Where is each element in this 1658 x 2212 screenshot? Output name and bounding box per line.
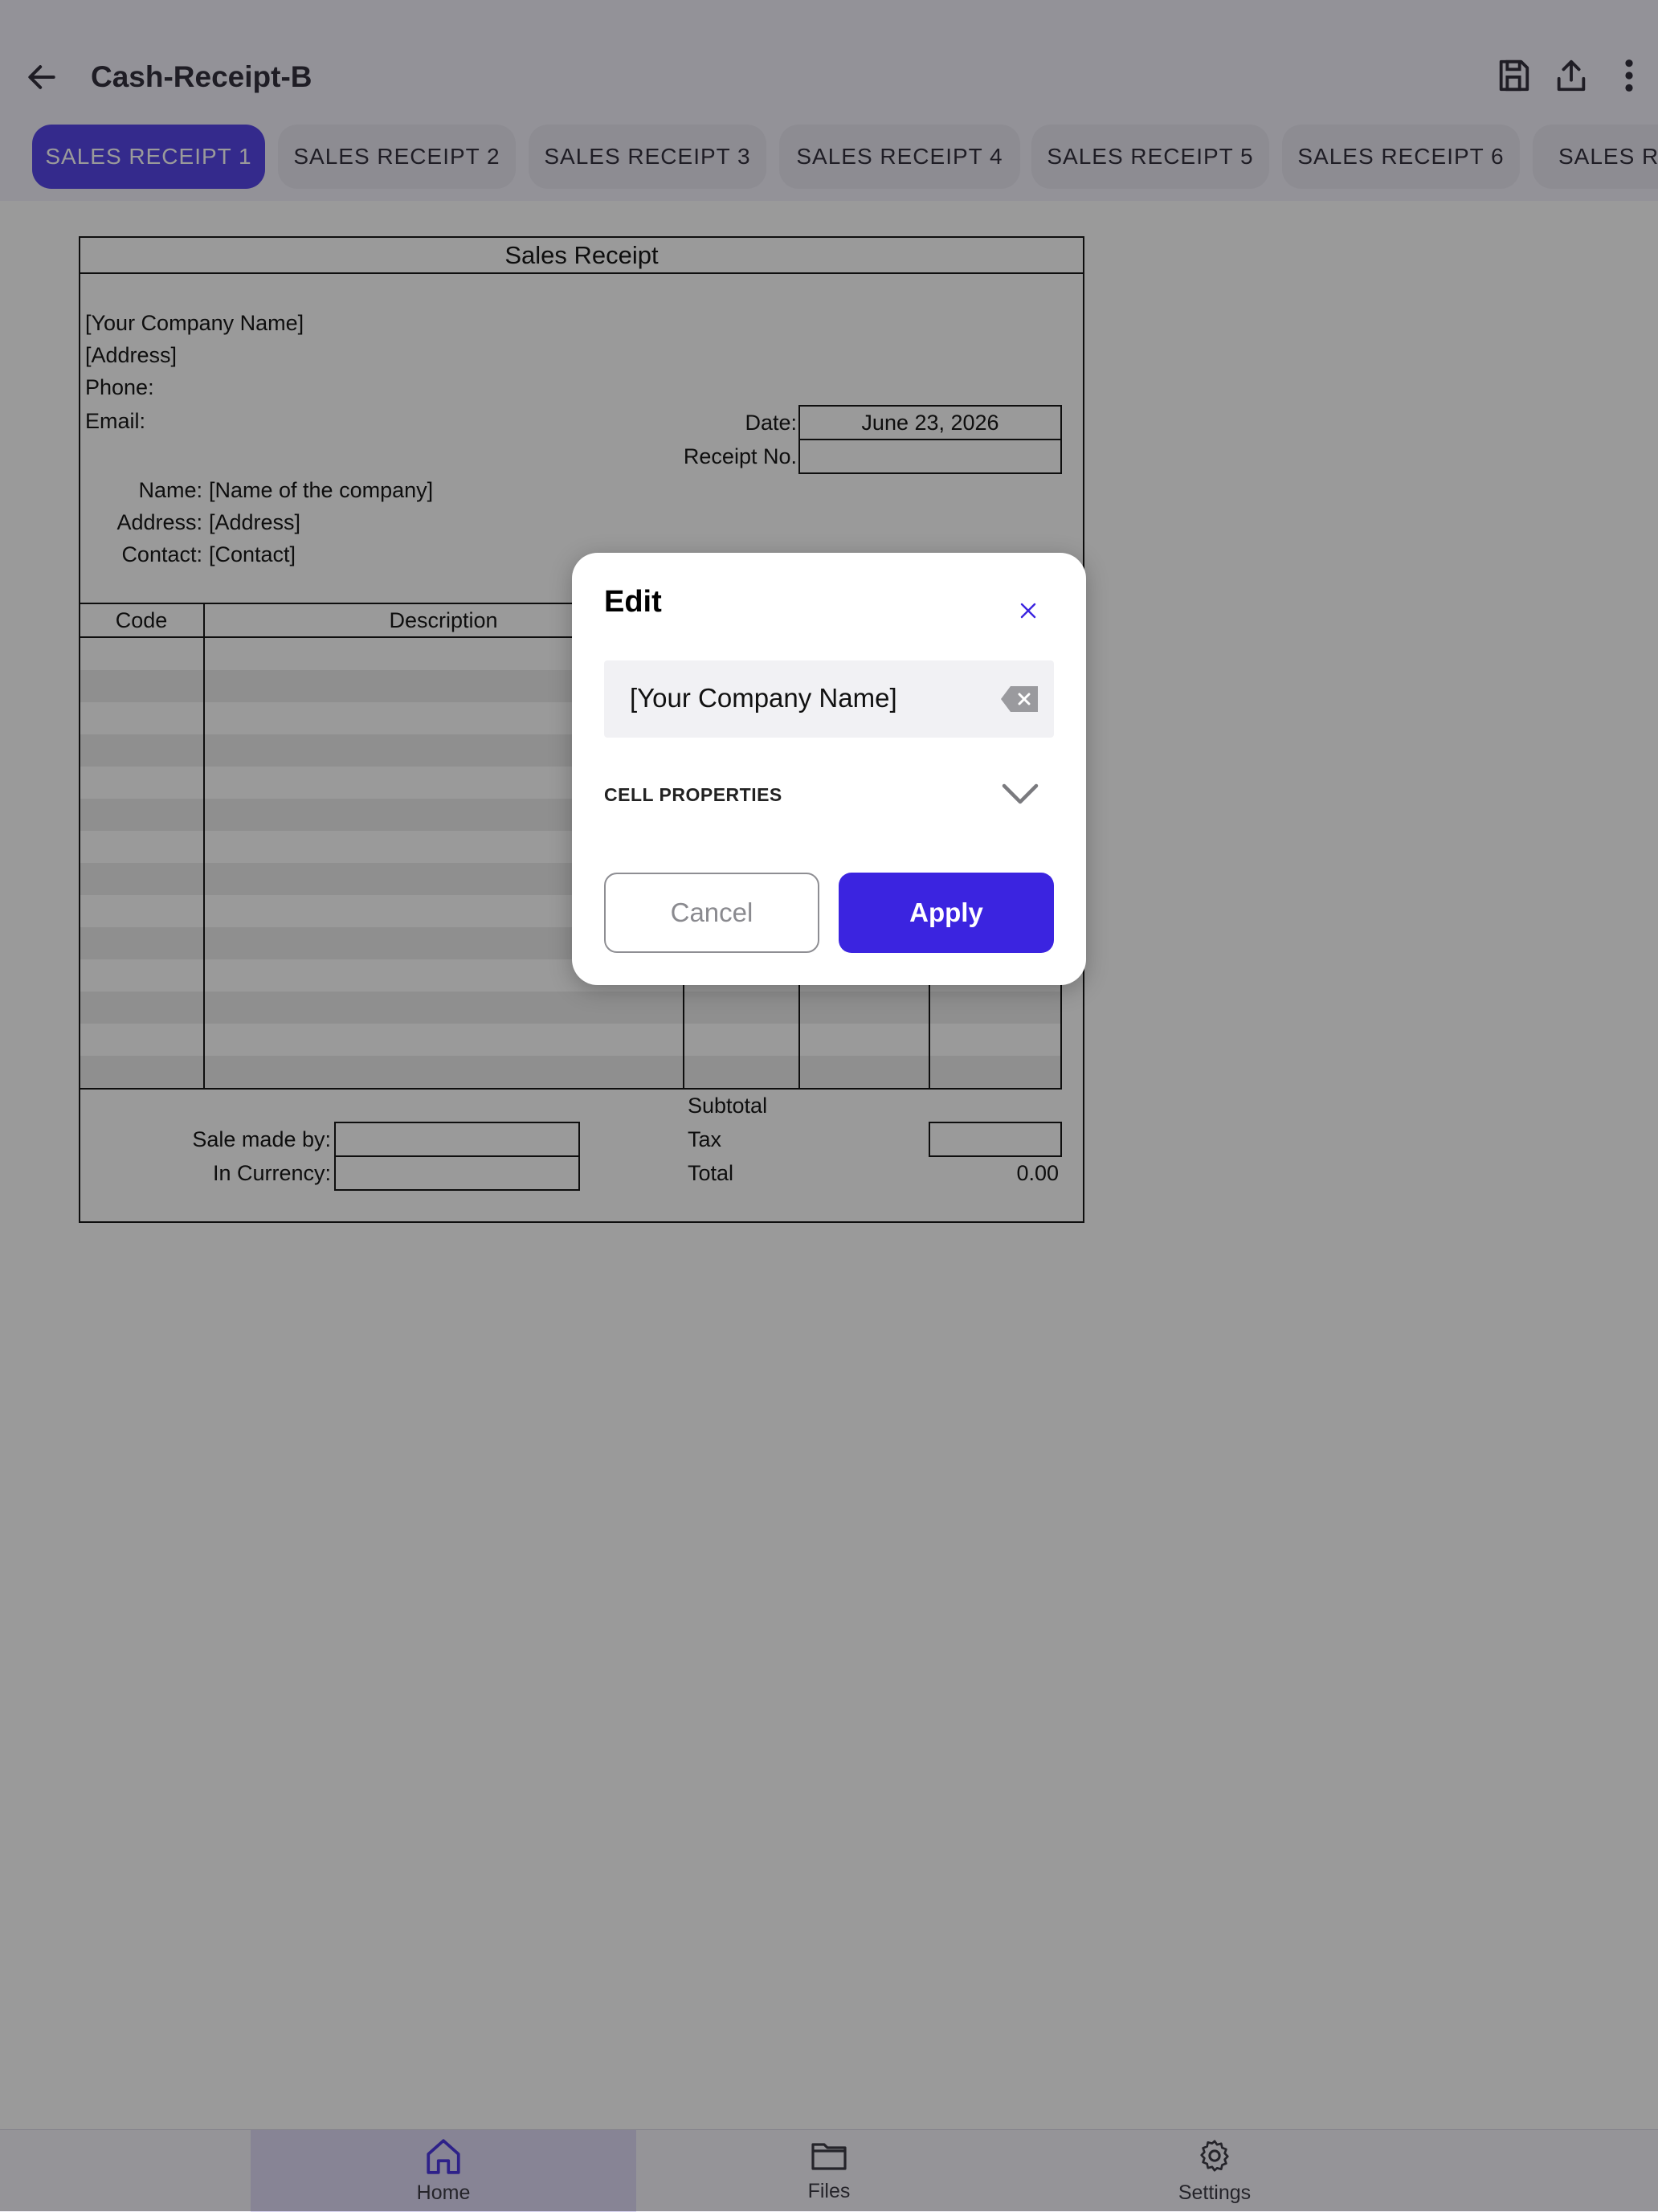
modal-scrim[interactable]	[0, 0, 1658, 2211]
apply-button[interactable]: Apply	[839, 873, 1054, 953]
edit-dialog: Edit [Your Company Name] CELL PROPERTIES…	[572, 553, 1086, 985]
cell-value-text[interactable]: [Your Company Name]	[630, 683, 897, 713]
close-icon[interactable]	[1004, 587, 1052, 635]
cell-properties-section[interactable]: CELL PROPERTIES	[604, 784, 782, 806]
cell-value-input[interactable]: [Your Company Name]	[604, 660, 1054, 738]
cancel-button[interactable]: Cancel	[604, 873, 819, 953]
backspace-clear-icon[interactable]	[999, 685, 1039, 713]
chevron-down-icon[interactable]	[999, 779, 1041, 808]
dialog-title: Edit	[604, 585, 662, 619]
